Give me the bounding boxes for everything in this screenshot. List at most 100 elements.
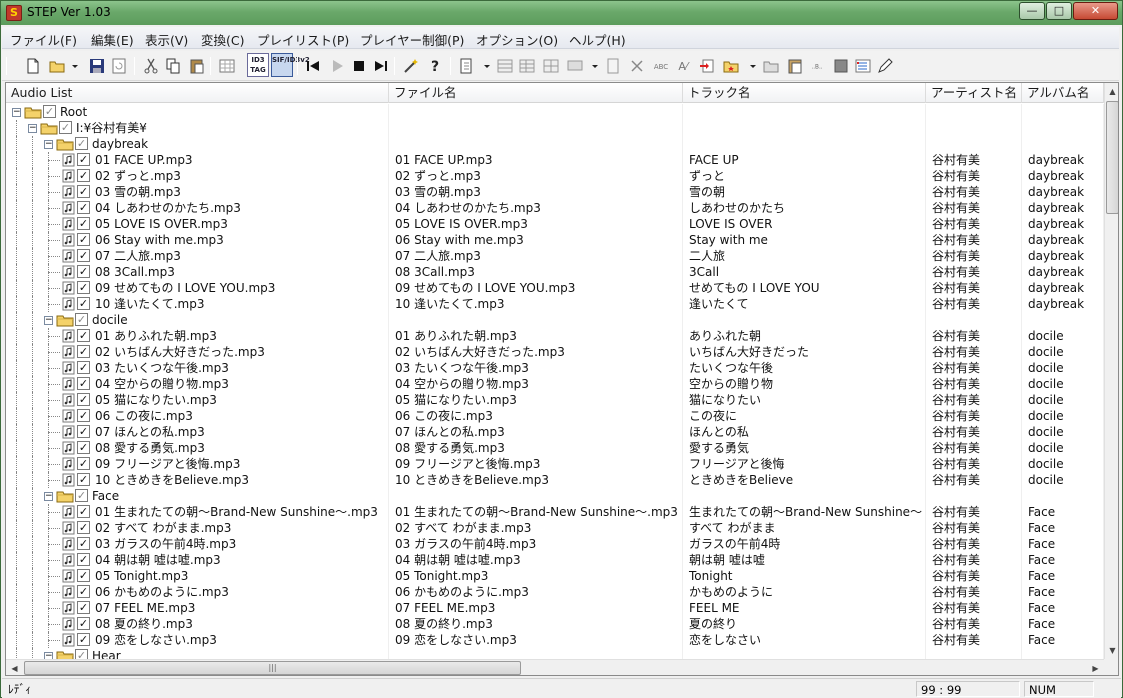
vertical-scroll-thumb[interactable] [1106,101,1118,214]
album-cell[interactable]: Face [1022,632,1104,648]
file-cell[interactable] [389,104,683,120]
artist-cell[interactable]: 谷村有美 [926,328,1022,344]
artist-cell[interactable]: 谷村有美 [926,280,1022,296]
table-row[interactable]: ✓ 06 この夜に.mp3 06 この夜に.mp3 この夜に 谷村有美 docile [6,408,1104,424]
audio-list-cell[interactable]: − ✓ I:¥谷村有美¥ [6,120,389,136]
audio-list-cell[interactable]: − ✓ docile [6,312,389,328]
artist-cell[interactable] [926,648,1022,659]
album-cell[interactable]: daybreak [1022,152,1104,168]
column-header-track[interactable]: トラック名 [683,83,926,103]
file-cell[interactable]: 07 FEEL ME.mp3 [389,600,683,616]
audio-list-cell[interactable]: ✓ 07 FEEL ME.mp3 [6,600,389,616]
artist-cell[interactable]: 谷村有美 [926,296,1022,312]
table-row[interactable]: ✓ 10 逢いたくて.mp3 10 逢いたくて.mp3 逢いたくて 谷村有美 daybre… [6,296,1104,312]
artist-cell[interactable]: 谷村有美 [926,392,1022,408]
audio-list-cell[interactable]: ✓ 05 猫になりたい.mp3 [6,392,389,408]
track-cell[interactable]: 空からの贈り物 [683,376,926,392]
scroll-left-arrow-icon[interactable]: ◀ [6,660,23,675]
file-checkbox[interactable]: ✓ [77,377,90,390]
album-cell[interactable] [1022,136,1104,152]
format-dropdown-icon[interactable] [586,57,598,75]
track-cell[interactable]: LOVE IS OVER [683,216,926,232]
artist-cell[interactable] [926,120,1022,136]
file-checkbox[interactable]: ✓ [77,297,90,310]
clipboard-icon[interactable] [786,57,804,75]
file-cell[interactable]: 01 FACE UP.mp3 [389,152,683,168]
tree-folder-row[interactable]: − ✓ Root [6,104,1104,120]
collapse-toggle-icon[interactable]: − [44,316,53,325]
album-cell[interactable] [1022,104,1104,120]
album-cell[interactable]: docile [1022,424,1104,440]
artist-cell[interactable]: 谷村有美 [926,584,1022,600]
artist-cell[interactable]: 谷村有美 [926,536,1022,552]
pen-icon[interactable] [876,57,894,75]
artist-cell[interactable]: 谷村有美 [926,424,1022,440]
audio-list-cell[interactable]: ✓ 06 Stay with me.mp3 [6,232,389,248]
cut-icon[interactable] [142,57,160,75]
file-cell[interactable] [389,488,683,504]
file-cell[interactable]: 05 LOVE IS OVER.mp3 [389,216,683,232]
artist-cell[interactable]: 谷村有美 [926,568,1022,584]
album-cell[interactable]: docile [1022,472,1104,488]
delete-icon[interactable] [628,57,646,75]
tree-folder-row[interactable]: − ✓ Face [6,488,1104,504]
table-icon[interactable] [542,57,560,75]
track-cell[interactable] [683,312,926,328]
file-cell[interactable] [389,136,683,152]
menu-help[interactable]: ヘルプ(H) [569,30,626,49]
artist-cell[interactable]: 谷村有美 [926,408,1022,424]
artist-cell[interactable]: 谷村有美 [926,232,1022,248]
artist-cell[interactable]: 谷村有美 [926,264,1022,280]
table-row[interactable]: ✓ 08 夏の終り.mp3 08 夏の終り.mp3 夏の終り 谷村有美 Face [6,616,1104,632]
track-cell[interactable]: 3Call [683,264,926,280]
artist-cell[interactable]: 谷村有美 [926,248,1022,264]
track-cell[interactable]: フリージアと後悔 [683,456,926,472]
folder-checkbox[interactable]: ✓ [59,121,72,134]
track-cell[interactable]: 夏の終り [683,616,926,632]
audio-list-cell[interactable]: ✓ 01 ありふれた朝.mp3 [6,328,389,344]
album-cell[interactable] [1022,488,1104,504]
track-cell[interactable]: ガラスの午前4時 [683,536,926,552]
audio-list-cell[interactable]: ✓ 10 逢いたくて.mp3 [6,296,389,312]
collapse-toggle-icon[interactable]: − [44,492,53,501]
artist-cell[interactable] [926,312,1022,328]
artist-cell[interactable]: 谷村有美 [926,440,1022,456]
audio-list-cell[interactable]: ✓ 04 朝は朝 嘘は嘘.mp3 [6,552,389,568]
table-row[interactable]: ✓ 05 LOVE IS OVER.mp3 05 LOVE IS OVER.mp3 L… [6,216,1104,232]
tree-folder-row[interactable]: − ✓ I:¥谷村有美¥ [6,120,1104,136]
album-cell[interactable]: daybreak [1022,184,1104,200]
file-cell[interactable]: 07 ほんとの私.mp3 [389,424,683,440]
play-icon[interactable] [328,57,346,75]
file-cell[interactable] [389,120,683,136]
file-cell[interactable]: 02 いちばん大好きだった.mp3 [389,344,683,360]
scroll-up-arrow-icon[interactable]: ▲ [1105,83,1118,100]
file-checkbox[interactable]: ✓ [77,601,90,614]
folder-open-icon[interactable] [832,57,850,75]
file-checkbox[interactable]: ✓ [77,233,90,246]
track-cell[interactable]: Tonight [683,568,926,584]
table-row[interactable]: ✓ 06 Stay with me.mp3 06 Stay with me.mp3 S… [6,232,1104,248]
track-cell[interactable]: 愛する勇気 [683,440,926,456]
artist-cell[interactable]: 谷村有美 [926,152,1022,168]
title-bar[interactable]: S STEP Ver 1.03 — □ ✕ [1,1,1122,25]
track-cell[interactable]: Stay with me [683,232,926,248]
album-cell[interactable] [1022,648,1104,659]
album-cell[interactable]: daybreak [1022,200,1104,216]
file-cell[interactable]: 06 Stay with me.mp3 [389,232,683,248]
audio-list-cell[interactable]: ✓ 08 愛する勇気.mp3 [6,440,389,456]
file-checkbox[interactable]: ✓ [77,169,90,182]
track-cell[interactable]: 朝は朝 嘘は嘘 [683,552,926,568]
track-cell[interactable] [683,120,926,136]
copy-icon[interactable] [164,57,182,75]
audio-list-cell[interactable]: ✓ 01 生まれたての朝～Brand-New Sunshine～.mp3 [6,504,389,520]
track-cell[interactable] [683,648,926,659]
track-cell[interactable]: ときめきをBelieve [683,472,926,488]
album-cell[interactable]: Face [1022,520,1104,536]
collapse-toggle-icon[interactable]: − [44,140,53,149]
track-cell[interactable]: 逢いたくて [683,296,926,312]
audio-list-cell[interactable]: ✓ 07 二人旅.mp3 [6,248,389,264]
horizontal-scrollbar[interactable]: ◀ ||| ▶ [6,659,1104,675]
tree-folder-row[interactable]: − ✓ docile [6,312,1104,328]
open-folder-icon[interactable] [48,57,66,75]
table-row[interactable]: ✓ 10 ときめきをBelieve.mp3 10 ときめきをBelieve.mp3 と… [6,472,1104,488]
